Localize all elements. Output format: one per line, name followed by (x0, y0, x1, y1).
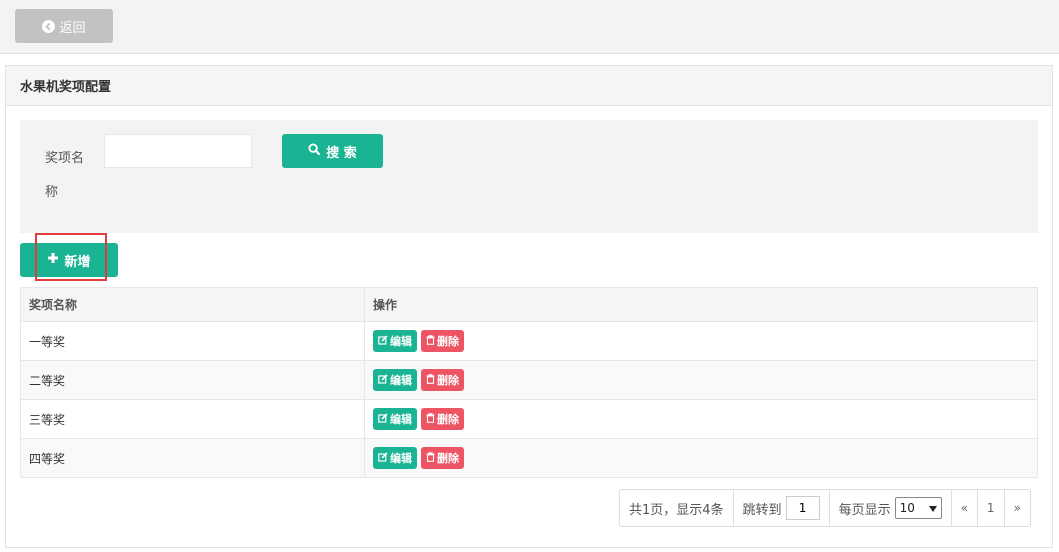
delete-button-label: 删除 (437, 335, 459, 348)
award-name-cell: 二等奖 (20, 360, 365, 400)
award-name-cell: 四等奖 (20, 438, 365, 478)
award-name-cell: 一等奖 (20, 321, 365, 361)
last-page-button[interactable]: » (1005, 490, 1030, 526)
edit-icon (378, 334, 388, 348)
edit-icon (378, 373, 388, 387)
edit-icon (378, 412, 388, 426)
edit-icon (378, 451, 388, 465)
caret-down-icon (928, 501, 937, 515)
table-row: 二等奖 编辑 删除 (20, 360, 1038, 400)
delete-button[interactable]: 删除 (421, 408, 464, 430)
table-row: 三等奖 编辑 删除 (20, 399, 1038, 439)
action-cell: 编辑 删除 (364, 360, 1038, 400)
jump-to-page: 跳转到 (734, 490, 830, 526)
delete-button[interactable]: 删除 (421, 369, 464, 391)
edit-button[interactable]: 编辑 (373, 369, 417, 391)
page-size: 每页显示 10 (830, 490, 952, 526)
search-area: 奖项名称 搜 索 (20, 120, 1038, 233)
action-cell: 编辑 删除 (364, 399, 1038, 439)
edit-button[interactable]: 编辑 (373, 330, 417, 352)
column-header-action: 操作 (364, 287, 1038, 322)
action-cell: 编辑 删除 (364, 321, 1038, 361)
edit-button[interactable]: 编辑 (373, 447, 417, 469)
trash-icon (426, 451, 435, 465)
plus-icon (47, 252, 59, 268)
trash-icon (426, 412, 435, 426)
edit-button-label: 编辑 (390, 374, 412, 387)
award-config-panel: 水果机奖项配置 奖项名称 搜 索 新增 奖项名称 操作 一等奖 编辑 删除 二等奖 编辑… (5, 65, 1053, 548)
search-label: 奖项名称 (45, 151, 85, 200)
edit-button[interactable]: 编辑 (373, 408, 417, 430)
page-size-select[interactable]: 10 (894, 497, 942, 519)
award-name-input[interactable] (104, 134, 252, 168)
award-name-cell: 三等奖 (20, 399, 365, 439)
jump-page-input[interactable] (785, 496, 820, 520)
edit-button-label: 编辑 (390, 452, 412, 465)
page-summary: 共1页，显示4条 (620, 490, 734, 526)
delete-button-label: 删除 (437, 413, 459, 426)
trash-icon (426, 373, 435, 387)
page-number-button[interactable]: 1 (978, 490, 1005, 526)
table-header-row: 奖项名称 操作 (20, 287, 1038, 322)
add-button-label: 新增 (64, 254, 91, 270)
edit-button-label: 编辑 (390, 335, 412, 348)
trash-icon (426, 334, 435, 348)
search-icon (308, 142, 321, 160)
search-button-label: 搜 索 (326, 145, 357, 161)
table-row: 一等奖 编辑 删除 (20, 321, 1038, 361)
first-page-button[interactable]: « (952, 490, 978, 526)
back-button-label: 返回 (59, 20, 86, 36)
delete-button[interactable]: 删除 (421, 330, 464, 352)
delete-button-label: 删除 (437, 374, 459, 387)
award-table: 奖项名称 操作 一等奖 编辑 删除 二等奖 编辑 删除 三等奖 编辑 删除 四等奖 编辑 删除 (20, 287, 1038, 478)
edit-button-label: 编辑 (390, 413, 412, 426)
back-button[interactable]: 返回 (15, 9, 113, 43)
page-size-label: 每页显示 (838, 502, 891, 518)
delete-button-label: 删除 (437, 452, 459, 465)
table-row: 四等奖 编辑 删除 (20, 438, 1038, 478)
add-button[interactable]: 新增 (20, 243, 118, 277)
panel-title: 水果机奖项配置 (6, 66, 1052, 106)
arrow-left-icon (42, 19, 56, 33)
page-size-value: 10 (899, 501, 915, 515)
search-button[interactable]: 搜 索 (282, 134, 383, 168)
action-cell: 编辑 删除 (364, 438, 1038, 478)
jump-label: 跳转到 (742, 502, 782, 518)
top-bar: 返回 (0, 0, 1059, 54)
pagination: 共1页，显示4条 跳转到 每页显示 10 « 1 » (619, 489, 1031, 527)
column-header-name: 奖项名称 (20, 287, 365, 322)
delete-button[interactable]: 删除 (421, 447, 464, 469)
